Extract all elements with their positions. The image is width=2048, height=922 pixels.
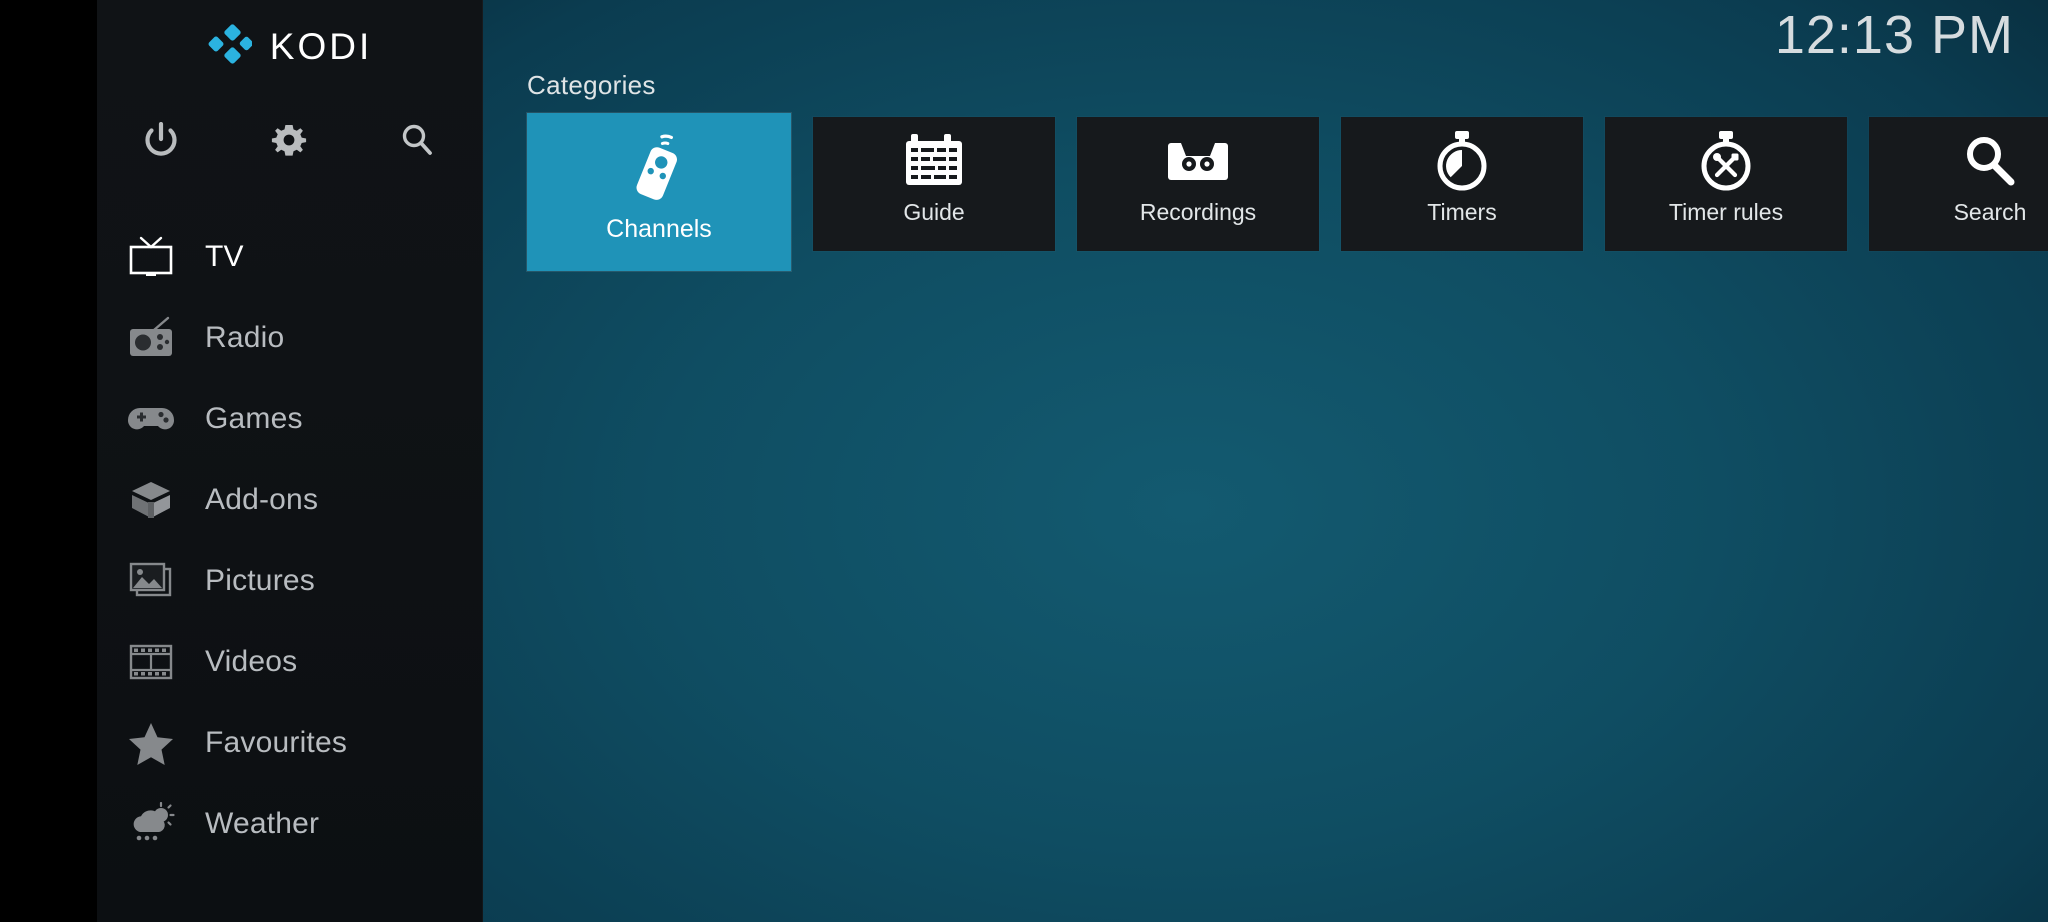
app-name: KODI — [269, 25, 373, 67]
power-button[interactable] — [97, 112, 225, 168]
sidebar-item-label: Add-ons — [205, 482, 319, 516]
settings-button[interactable] — [225, 112, 353, 168]
kodi-logo-icon — [208, 24, 252, 64]
cassette-tape-icon — [1165, 125, 1231, 197]
sidebar-menu: TV Radio Games Add-ons Pictures Videos F… — [97, 216, 483, 864]
category-tile-channels[interactable]: Channels — [527, 113, 791, 271]
clock: 12:13 PM — [1774, 5, 2014, 65]
kodi-home-screen: Categories Channels Guide Recordings Tim… — [0, 0, 2048, 922]
sidebar-item-pictures[interactable]: Pictures — [97, 540, 483, 621]
sidebar-item-games[interactable]: Games — [97, 378, 483, 459]
category-tile-label: Recordings — [1139, 199, 1257, 225]
category-tile-guide[interactable]: Guide — [813, 117, 1055, 251]
sidebar-item-label: Radio — [205, 320, 285, 354]
gamepad-icon — [113, 394, 189, 444]
magnifier-icon — [1962, 125, 2018, 197]
categories-heading: Categories — [527, 70, 656, 100]
category-tile-timer-rules[interactable]: Timer rules — [1605, 117, 1847, 251]
stopwatch-icon — [1433, 125, 1491, 197]
category-tile-search[interactable]: Search — [1869, 117, 2048, 251]
category-tile-label: Timer rules — [1668, 199, 1784, 225]
category-tile-label: Search — [1953, 199, 2027, 225]
category-tile-timers[interactable]: Timers — [1341, 117, 1583, 251]
sidebar-search-button[interactable] — [353, 112, 481, 168]
radio-icon — [113, 313, 189, 363]
addons-box-icon — [113, 475, 189, 525]
sidebar-item-label: Videos — [205, 644, 298, 678]
category-tile-label: Guide — [903, 199, 965, 225]
sidebar-item-label: Weather — [205, 806, 320, 840]
sidebar-item-label: TV — [205, 239, 244, 273]
calendar-grid-icon — [903, 125, 965, 197]
tv-icon — [113, 232, 189, 282]
category-tile-label: Channels — [606, 215, 712, 243]
sidebar-item-addons[interactable]: Add-ons — [97, 459, 483, 540]
sidebar-item-radio[interactable]: Radio — [97, 297, 483, 378]
sidebar-item-weather[interactable]: Weather — [97, 783, 483, 864]
power-icon — [145, 122, 177, 156]
category-tile-row: Channels Guide Recordings Timers Timer r… — [527, 113, 2048, 271]
category-tile-recordings[interactable]: Recordings — [1077, 117, 1319, 251]
search-icon — [402, 124, 432, 155]
remote-control-icon — [628, 125, 690, 211]
sidebar: KODI TV Radio Games Add-ons Pictures Vid… — [97, 0, 483, 922]
main-content-area: Categories Channels Guide Recordings Tim… — [483, 0, 2048, 922]
quick-action-row — [97, 112, 483, 168]
sidebar-item-label: Favourites — [205, 725, 348, 759]
film-strip-icon — [113, 637, 189, 687]
stopwatch-tools-icon — [1697, 125, 1755, 197]
sidebar-item-favourites[interactable]: Favourites — [97, 702, 483, 783]
category-tile-label: Timers — [1427, 199, 1497, 225]
weather-icon — [113, 799, 189, 849]
app-logo: KODI — [97, 18, 483, 74]
gear-icon — [271, 125, 307, 156]
sidebar-item-label: Pictures — [205, 563, 315, 597]
pictures-icon — [113, 556, 189, 606]
left-gutter — [0, 0, 97, 922]
sidebar-item-label: Games — [205, 401, 303, 435]
sidebar-item-tv[interactable]: TV — [97, 216, 483, 297]
star-icon — [113, 718, 189, 768]
sidebar-item-videos[interactable]: Videos — [97, 621, 483, 702]
